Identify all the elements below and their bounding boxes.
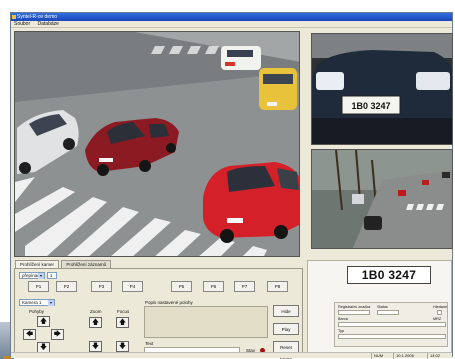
app-icon xyxy=(12,15,16,19)
plate-closeup-scene: 1B0 3247 xyxy=(312,34,452,144)
pan-label: Pohyby xyxy=(29,309,45,314)
status-bar: NUM 10.1.2006 14:02 xyxy=(11,352,453,359)
menu-item-databaze[interactable]: Databáze xyxy=(38,21,59,27)
status-message xyxy=(15,353,215,359)
pan-right-button[interactable]: 🡆 xyxy=(51,329,64,340)
status-field-label: Status xyxy=(377,305,388,309)
arrow-down-icon: 🡇 xyxy=(39,344,48,351)
arrow-up-icon: 🡅 xyxy=(39,318,48,325)
street-overview-scene xyxy=(312,150,452,248)
preset-button-p6[interactable]: P6 xyxy=(203,281,224,292)
plate-recognition-panel: 1B0 3247 Registrační značka Status Hleda… xyxy=(307,260,452,356)
registration-label: Registrační značka xyxy=(338,305,371,309)
chevron-down-icon: ▾ xyxy=(38,273,44,279)
zoom-in-button[interactable]: 🡅 xyxy=(89,317,102,328)
arrow-left-icon: 🡄 xyxy=(25,331,34,338)
color-label: Barva xyxy=(338,317,348,321)
preset-button-p3[interactable]: P3 xyxy=(91,281,112,292)
color-field[interactable] xyxy=(338,322,446,327)
chevron-down-icon: ▾ xyxy=(48,300,54,306)
pan-left-button[interactable]: 🡄 xyxy=(23,329,36,340)
window-title: Syntel-R-ov demo xyxy=(17,14,58,20)
pan-up-button[interactable]: 🡅 xyxy=(37,316,50,327)
status-num: NUM xyxy=(371,353,391,359)
status-date: 10.1.2006 xyxy=(393,353,425,359)
status-time: 14:02 xyxy=(427,353,453,359)
street-camera-feed[interactable] xyxy=(311,149,453,249)
camera-select-value: Kamera 1 xyxy=(22,300,42,305)
vehicle-info-box: Registrační značka Status Hledané Barva … xyxy=(334,302,448,347)
plate-closeup-text: 1B0 3247 xyxy=(351,101,390,111)
position-notes-textarea[interactable] xyxy=(144,306,268,338)
status-field[interactable] xyxy=(377,310,399,315)
main-camera-feed[interactable] xyxy=(14,31,300,257)
plate-camera-feed[interactable]: 1B0 3247 xyxy=(311,33,453,145)
application-window: Syntel-R-ov demo Soubor Databáze 1B0 324… xyxy=(10,12,453,359)
preset-button-p7[interactable]: P7 xyxy=(234,281,255,292)
camera-select[interactable]: Kamera 1 ▾ xyxy=(19,299,55,306)
title-bar: Syntel-R-ov demo xyxy=(11,13,452,21)
registration-field[interactable] xyxy=(338,310,370,315)
preset-button-p2[interactable]: P2 xyxy=(56,281,77,292)
arrow-up-icon: 🡅 xyxy=(91,319,100,326)
focus-label: Focus xyxy=(117,309,130,314)
menu-item-soubor[interactable]: Soubor xyxy=(14,21,30,27)
camera-control-panel: přepínač 1 ▾ 1 P1 P2 P3 P4 P5 P6 P7 P8 K… xyxy=(14,268,303,359)
arrow-down-icon: 🡇 xyxy=(118,343,127,350)
wanted-label: Hledané xyxy=(433,305,448,309)
preset-button-p5[interactable]: P5 xyxy=(171,281,192,292)
type-label: Typ xyxy=(338,329,345,333)
view-tabs: Prohlížení kamer Prohlížení záznamů xyxy=(15,260,112,268)
preset-button-p8[interactable]: P8 xyxy=(267,281,288,292)
camera-group-select[interactable]: přepínač 1 ▾ xyxy=(19,272,45,279)
hide-button[interactable]: Hide xyxy=(273,305,299,317)
bright-red-car xyxy=(203,162,299,243)
recognized-plate-number: 1B0 3247 xyxy=(347,266,431,284)
menu-bar: Soubor Databáze xyxy=(11,21,452,28)
mrz-label: MRZ xyxy=(433,317,442,321)
tab-recording-view[interactable]: Prohlížení záznamů xyxy=(61,260,112,268)
zoom-out-button[interactable]: 🡇 xyxy=(89,341,102,352)
zoom-label: Zoom xyxy=(90,309,102,314)
camera-number-value: 1 xyxy=(50,273,53,278)
camera-number-select[interactable]: 1 xyxy=(47,272,57,279)
focus-far-button[interactable]: 🡇 xyxy=(116,341,129,352)
wanted-checkbox[interactable] xyxy=(437,310,442,315)
tab-camera-view[interactable]: Prohlížení kamer xyxy=(15,260,60,268)
preset-button-p1[interactable]: P1 xyxy=(28,281,49,292)
play-button[interactable]: Play xyxy=(273,323,299,335)
type-field[interactable] xyxy=(338,334,446,339)
intersection-scene xyxy=(15,32,299,256)
arrow-right-icon: 🡆 xyxy=(53,331,62,338)
preset-button-p4[interactable]: P4 xyxy=(122,281,143,292)
arrow-down-icon: 🡇 xyxy=(91,343,100,350)
focus-near-button[interactable]: 🡅 xyxy=(116,317,129,328)
text-label: Text xyxy=(145,341,154,346)
position-notes-label: Popis nastavené polohy xyxy=(145,300,193,305)
arrow-up-icon: 🡅 xyxy=(118,319,127,326)
